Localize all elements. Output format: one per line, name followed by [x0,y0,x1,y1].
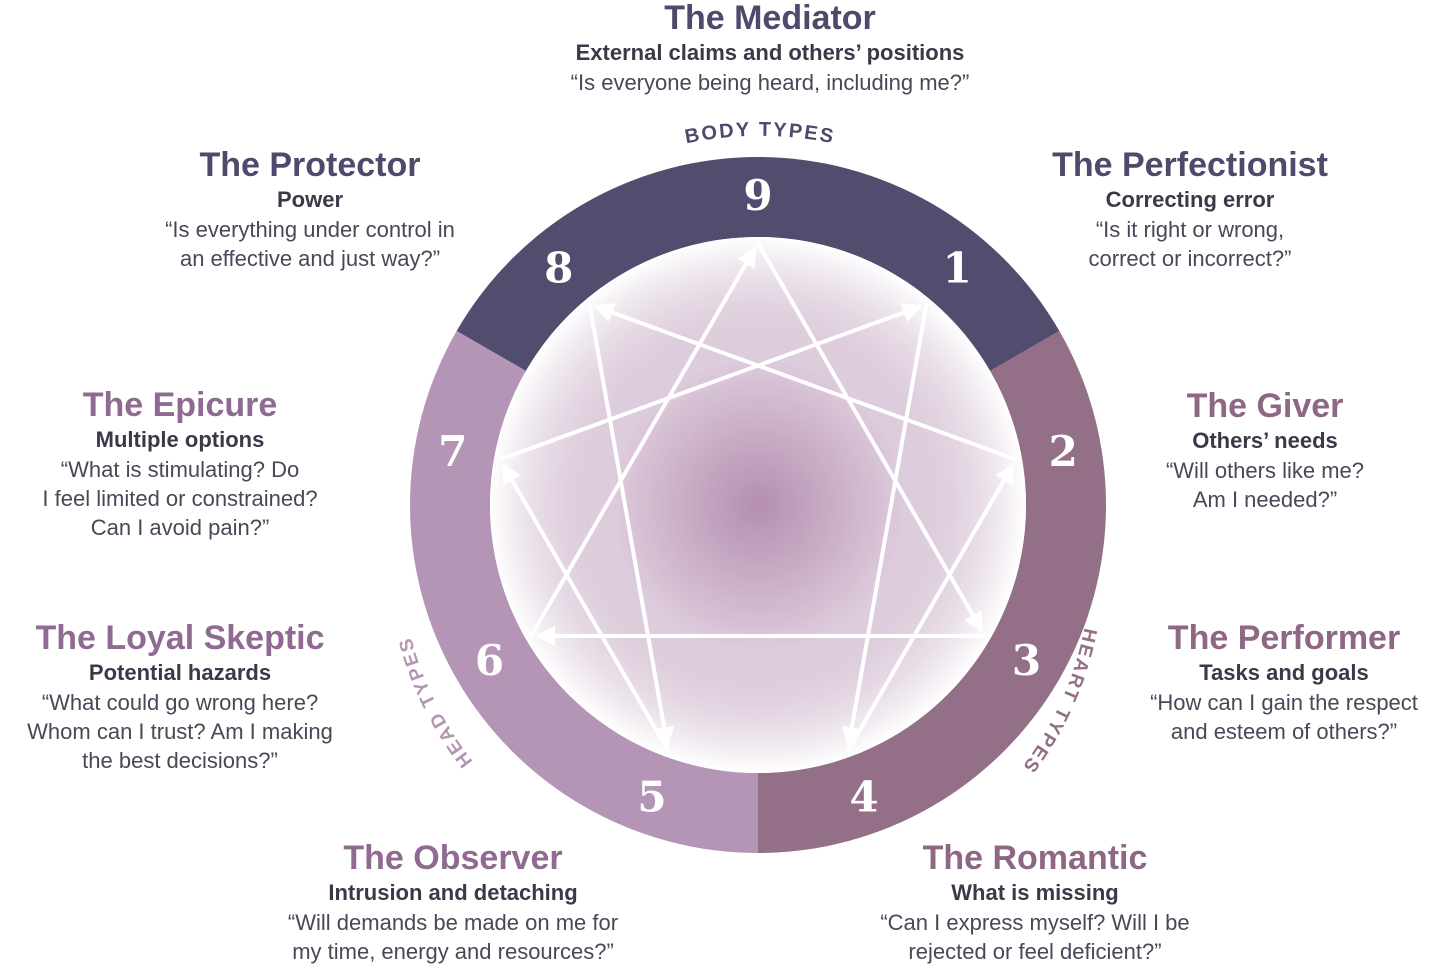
protector-name: The Protector [199,146,421,184]
loyal-skeptic-focus: Potential hazards [88,660,272,685]
giver-focus: Others’ needs [1192,428,1338,453]
inner-circle [490,237,1026,773]
observer-question: “Will demands be made on me for my time,… [287,910,619,964]
point-number-4: 4 [849,772,878,821]
protector-focus: Power [276,187,344,212]
loyal-skeptic-name: The Loyal Skeptic [35,619,325,657]
loyal-skeptic-question: “What could go wrong here? Whom can I tr… [27,690,333,773]
epicure-name: The Epicure [82,386,278,424]
type-protector: The Protector Power “Is everything under… [135,145,485,273]
point-number-1: 1 [943,244,972,293]
enneagram-figure: BODY TYPES HEART TYPES HEAD TYPES 912345… [0,0,1440,969]
type-giver: The Giver Others’ needs “Will others lik… [1120,386,1410,514]
point-number-2: 2 [1049,427,1078,476]
giver-name: The Giver [1186,387,1344,425]
perfectionist-name: The Perfectionist [1052,146,1328,184]
mediator-name: The Mediator [664,0,876,37]
perfectionist-question: “Is it right or wrong, correct or incorr… [1088,217,1292,271]
performer-question: “How can I gain the respect and esteem o… [1150,690,1418,744]
romantic-focus: What is missing [951,880,1119,905]
body-types-label: BODY TYPES [683,119,837,149]
point-number-6: 6 [475,636,504,685]
epicure-question: “What is stimulating? Do I feel limited … [42,457,318,540]
observer-name: The Observer [343,839,563,877]
point-number-8: 8 [544,244,573,293]
point-number-7: 7 [438,427,467,476]
epicure-focus: Multiple options [95,427,265,452]
point-number-3: 3 [1012,636,1041,685]
romantic-question: “Can I express myself? Will I be rejecte… [880,910,1190,964]
perfectionist-focus: Correcting error [1105,187,1275,212]
protector-question: “Is everything under control in an effec… [165,217,455,271]
type-epicure: The Epicure Multiple options “What is st… [10,385,350,542]
type-mediator: The Mediator External claims and others’… [470,0,1070,97]
type-performer: The Performer Tasks and goals “How can I… [1130,618,1438,746]
performer-focus: Tasks and goals [1199,660,1369,685]
observer-focus: Intrusion and detaching [328,880,578,905]
type-loyal-skeptic: The Loyal Skeptic Potential hazards “Wha… [0,618,360,775]
performer-name: The Performer [1167,619,1401,657]
type-romantic: The Romantic What is missing “Can I expr… [845,838,1225,966]
romantic-name: The Romantic [922,839,1148,877]
point-number-5: 5 [637,772,666,821]
type-perfectionist: The Perfectionist Correcting error “Is i… [1010,145,1370,273]
type-observer: The Observer Intrusion and detaching “Wi… [248,838,658,966]
giver-question: “Will others like me? Am I needed?” [1165,458,1365,512]
mediator-question: “Is everyone being heard, including me?” [570,70,970,95]
point-number-9: 9 [743,171,772,220]
mediator-focus: External claims and others’ positions [575,40,965,65]
